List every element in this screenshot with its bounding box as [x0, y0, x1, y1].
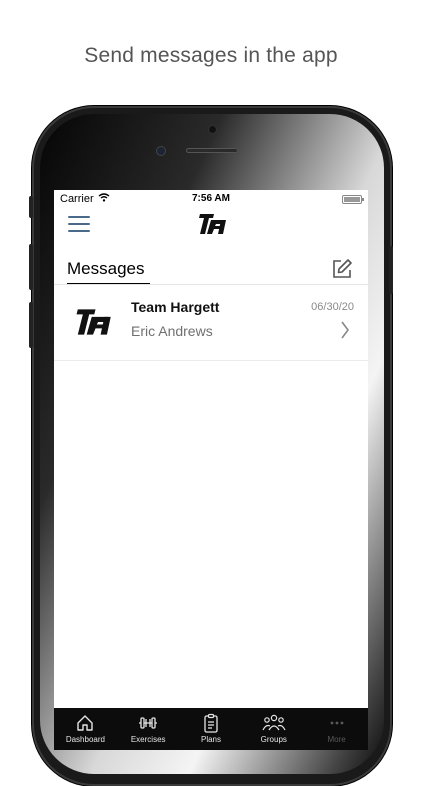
group-avatar-logo	[74, 306, 112, 338]
mute-switch	[29, 196, 33, 218]
clipboard-icon	[204, 713, 218, 733]
app-screen: Carrier 7:56 AM Messages Team Hargett Er…	[54, 190, 368, 750]
tab-label: Plans	[200, 735, 221, 744]
tfi-logo	[197, 212, 227, 236]
tab-exercises[interactable]: Exercises	[117, 708, 180, 750]
more-icon	[330, 721, 343, 725]
earpiece-speaker	[186, 148, 238, 153]
chevron-right-icon	[340, 320, 350, 340]
thread-date: 06/30/20	[311, 301, 354, 313]
tab-dashboard[interactable]: Dashboard	[54, 708, 117, 750]
volume-down-button	[29, 302, 33, 348]
bottom-tab-bar: Dashboard Exercises Plans Groups More	[54, 708, 368, 750]
groups-icon	[262, 714, 286, 731]
tab-plans[interactable]: Plans	[180, 708, 243, 750]
status-time: 7:56 AM	[192, 193, 230, 204]
marketing-caption: Send messages in the app	[84, 44, 338, 67]
header-divider	[54, 284, 368, 285]
power-button	[389, 246, 393, 294]
home-icon	[77, 715, 94, 731]
tab-label: Exercises	[130, 735, 166, 744]
front-camera	[157, 147, 165, 155]
tab-label: Dashboard	[65, 735, 105, 744]
status-bar: Carrier 7:56 AM	[54, 190, 368, 208]
tab-label: More	[327, 735, 346, 744]
proximity-sensor	[209, 126, 216, 133]
messages-header: Messages	[54, 250, 368, 286]
dumbbell-icon	[139, 717, 158, 729]
battery-icon	[342, 195, 364, 204]
menu-icon[interactable]	[68, 216, 90, 234]
thread-name: Team Hargett	[131, 299, 220, 315]
compose-icon[interactable]	[330, 257, 354, 281]
page-title: Messages	[67, 259, 145, 278]
thread-last-sender: Eric Andrews	[131, 323, 213, 339]
tab-groups[interactable]: Groups	[242, 708, 305, 750]
message-thread-item[interactable]: Team Hargett Eric Andrews 06/30/20	[54, 286, 368, 361]
tab-more[interactable]: More	[305, 708, 368, 750]
volume-up-button	[29, 244, 33, 290]
tab-label: Groups	[260, 735, 287, 744]
